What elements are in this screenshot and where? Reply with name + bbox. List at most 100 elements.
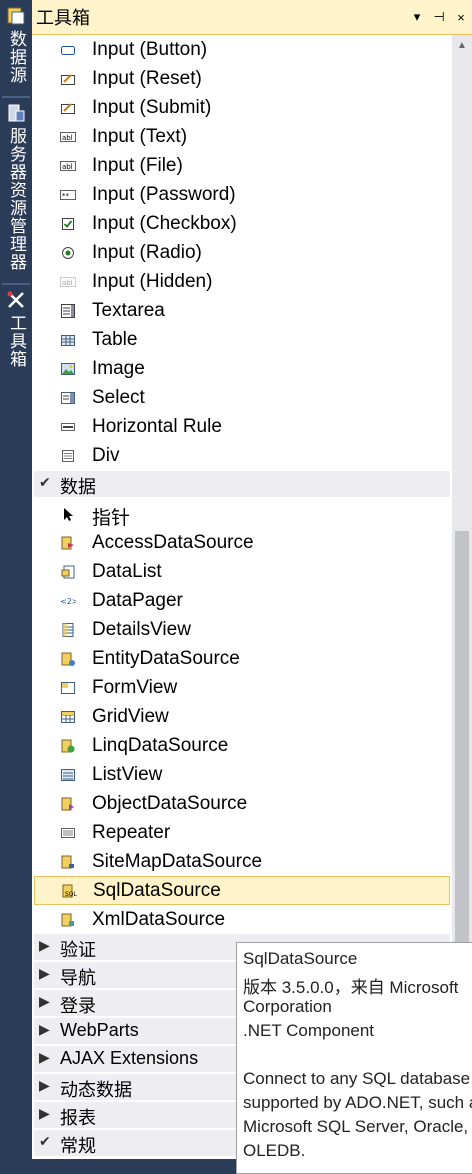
item-label: Select [92,387,145,408]
item-label: EntityDataSource [92,648,240,669]
gridview-icon [61,711,75,723]
side-tab-server-explorer[interactable]: 服务器资源管理器 [0,97,32,282]
item-label: 指针 [92,508,131,529]
radio-icon [62,247,74,259]
svg-text:abl: abl [62,163,73,171]
pointer-icon [64,508,73,521]
tooltip-type: .NET Component [243,1021,375,1040]
select-icon [61,392,75,404]
item-label: SqlDataSource [93,880,221,901]
toolbox-item-input-file[interactable]: abl Input (File) [32,151,452,180]
toolbox-item-accessdatasource[interactable]: AccessDataSource [32,528,452,557]
toolbox-item-formview[interactable]: FormView [32,673,452,702]
toolbox-item-horizontal-rule[interactable]: Horizontal Rule [32,412,452,441]
tooltip-vendor: Corporation [243,997,332,1016]
reset-icon [61,74,75,85]
detailsview-icon [62,623,74,637]
toolbox-item-div[interactable]: Div [32,441,452,470]
toolbox-item-input-radio[interactable]: Input (Radio) [32,238,452,267]
item-label: SiteMapDataSource [92,851,263,872]
sitemap-datasource-icon [61,855,74,869]
toolbox-item-detailsview[interactable]: DetailsView [32,615,452,644]
chevron-down-icon: ✔ [39,474,51,490]
scroll-up-icon[interactable]: ▲ [452,35,472,55]
category-label: 验证 [60,940,96,960]
item-label: Input (File) [92,155,183,176]
side-tab-label: 工具箱 [7,314,26,368]
toolbox-item-repeater[interactable]: Repeater [32,818,452,847]
toolbox-item-input-hidden[interactable]: abl Input (Hidden) [32,267,452,296]
item-label: DataPager [92,590,183,611]
item-label: GridView [92,706,169,727]
item-label: Horizontal Rule [92,416,222,437]
item-label: XmlDataSource [92,909,226,930]
item-label: LinqDataSource [92,735,229,756]
category-label: 动态数据 [60,1080,132,1100]
item-label: Repeater [92,822,171,843]
side-tab-data-sources[interactable]: 数据源 [0,0,32,95]
toolbox-item-gridview[interactable]: GridView [32,702,452,731]
toolbox-item-sitemapdatasource[interactable]: SiteMapDataSource [32,847,452,876]
toolbox-item-table[interactable]: Table [32,325,452,354]
item-label: ObjectDataSource [92,793,248,814]
div-icon [62,450,74,462]
pin-icon[interactable]: ⊣ [428,2,450,32]
chevron-right-icon: ▶ [39,1077,50,1093]
chevron-right-icon: ▶ [39,1021,50,1037]
side-tab-label: 服务器资源管理器 [7,127,26,271]
toolbox-item-input-checkbox[interactable]: Input (Checkbox) [32,209,452,238]
tooltip-description-line: Microsoft SQL Server, Oracle, or [243,1117,472,1136]
toolbox-item-linqdatasource[interactable]: LinqDataSource [32,731,452,760]
toolbox-item-pointer[interactable]: 指针 [32,499,452,529]
toolbox-item-select[interactable]: Select [32,383,452,412]
toolbox-item-input-password[interactable]: ** Input (Password) [32,180,452,209]
item-label: Input (Checkbox) [92,213,237,234]
image-icon [61,363,75,375]
tooltip-description-line: supported by ADO.NET, such as [243,1093,472,1112]
svg-text:abl: abl [62,134,73,142]
toolbox-item-input-reset[interactable]: Input (Reset) [32,64,452,93]
toolbox-item-textarea[interactable]: Textarea [32,296,452,325]
toolbox-item-listview[interactable]: ListView [32,760,452,789]
close-icon[interactable]: × [450,2,472,32]
item-label: Image [92,358,145,379]
toolbox-item-image[interactable]: Image [32,354,452,383]
table-icon [61,335,75,346]
category-label: WebParts [60,1020,139,1040]
scrollbar-thumb[interactable] [455,531,469,971]
toolbox-item-entitydatasource[interactable]: EntityDataSource [32,644,452,673]
side-tab-bar: 数据源 服务器资源管理器 工具箱 [0,0,32,1159]
tooltip-version: 版本 3.5.0.0，来自 Microsoft [243,978,459,997]
toolbox-icon [7,291,24,308]
toolbox-title: 工具箱 [36,8,90,28]
toolbox-title-bar: 工具箱 ▾ ⊣ × [32,0,472,35]
toolbox-item-input-text[interactable]: abl Input (Text) [32,122,452,151]
toolbox-item-input-submit[interactable]: Input (Submit) [32,93,452,122]
chevron-right-icon: ▶ [39,993,50,1009]
toolbox-item-xmldatasource[interactable]: XmlDataSource [32,905,452,934]
toolbox-item-datapager[interactable]: <2> DataPager [32,586,452,615]
datalist-icon [61,565,75,579]
dropdown-icon[interactable]: ▾ [406,2,428,32]
tooltip-title: SqlDataSource [243,949,358,968]
svg-text:SQL: SQL [65,891,77,898]
chevron-right-icon: ▶ [39,937,50,953]
xml-datasource-icon [61,913,74,927]
side-tab-toolbox[interactable]: 工具箱 [0,284,32,374]
side-tab-label: 数据源 [7,30,26,84]
listview-icon [61,769,75,781]
toolbox-item-sqldatasource[interactable]: SQL SqlDataSource [34,876,450,905]
datapager-icon: <2> [60,597,76,606]
item-label: Input (Hidden) [92,271,213,292]
password-icon: ** [60,190,76,200]
sql-datasource-icon: SQL [62,884,77,898]
toolbox-item-input-button[interactable]: Input (Button) [32,35,452,64]
toolbox-item-objectdatasource[interactable]: ObjectDataSource [32,789,452,818]
item-label: Input (Button) [92,39,208,60]
toolbox-item-datalist[interactable]: DataList [32,557,452,586]
category-data[interactable]: ✔ 数据 [34,471,450,497]
tooltip-description-line: OLEDB. [243,1141,306,1160]
chevron-right-icon: ▶ [39,1105,50,1121]
category-label: 报表 [60,1108,96,1128]
chevron-down-icon: ✔ [39,1133,51,1149]
